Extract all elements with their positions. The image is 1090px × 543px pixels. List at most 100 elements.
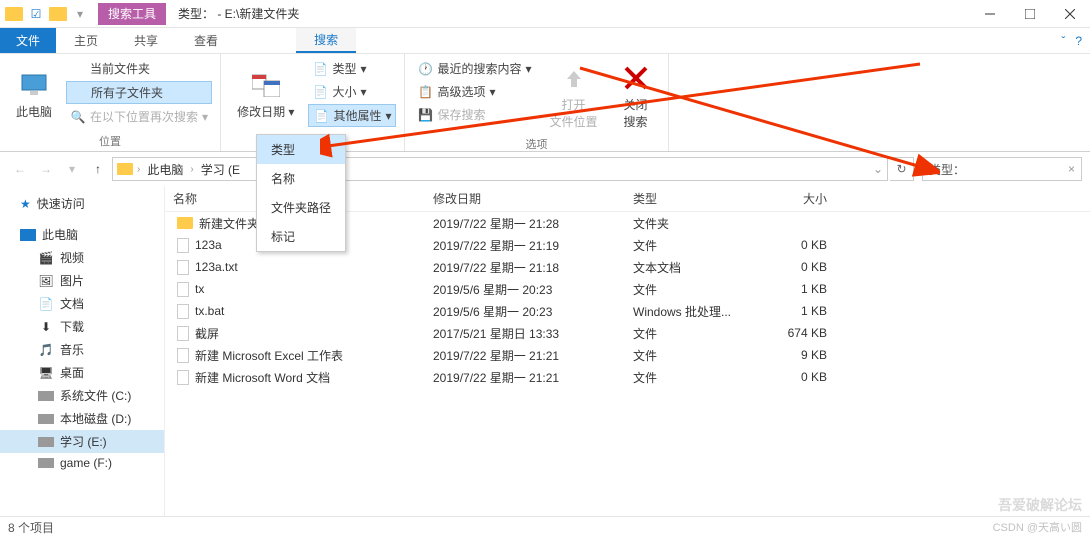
ribbon-collapse-button[interactable]: ˇ — [1061, 34, 1065, 48]
nav-drive[interactable]: 系统文件 (C:) — [0, 384, 164, 407]
help-button[interactable]: ? — [1075, 34, 1082, 48]
close-button[interactable] — [1050, 0, 1090, 28]
checkbox-icon[interactable]: ☑ — [26, 4, 46, 24]
dropdown-item-name[interactable]: 名称 — [257, 164, 345, 193]
this-pc-button[interactable]: 此电脑 — [8, 58, 60, 131]
column-size[interactable]: 大小 — [755, 190, 835, 207]
dropdown-item-folder-path[interactable]: 文件夹路径 — [257, 193, 345, 222]
dropdown-item-type[interactable]: 类型 — [257, 135, 345, 164]
search-input[interactable]: 类型： × — [922, 157, 1082, 181]
tab-share[interactable]: 共享 — [116, 28, 176, 53]
label: 此电脑 — [16, 103, 52, 120]
close-search-button[interactable]: 关闭搜索 — [612, 58, 660, 134]
pc-icon — [20, 229, 36, 241]
navigation-pane: ★快速访问 此电脑 🎬视频🖼图片📄文档⬇下载🎵音乐🖥桌面 系统文件 (C:)本地… — [0, 186, 165, 516]
close-x-icon — [620, 62, 652, 94]
back-button[interactable]: ← — [8, 157, 32, 181]
nav-item[interactable]: 🖥桌面 — [0, 361, 164, 384]
star-icon: ★ — [20, 197, 31, 211]
ribbon-group-options: 🕐最近的搜索内容 ▾ 📋高级选项 ▾ 💾保存搜索 打开文件位置 关闭搜索 选项 — [405, 54, 668, 151]
properties-icon: 📄 — [313, 108, 329, 124]
tab-file[interactable]: 文件 — [0, 28, 56, 53]
all-subfolders-button[interactable]: 所有子文件夹 — [66, 81, 212, 104]
chevron-icon[interactable]: › — [190, 164, 193, 175]
nav-item[interactable]: 🎬视频 — [0, 246, 164, 269]
history-button[interactable]: ▾ — [60, 157, 84, 181]
file-row[interactable]: 新建 Microsoft Excel 工作表2019/7/22 星期一 21:2… — [165, 344, 1090, 366]
folder-tree-icon — [71, 85, 87, 101]
up-button[interactable]: ↑ — [86, 157, 110, 181]
file-row[interactable]: 截屏2017/5/21 星期日 13:33文件674 KB — [165, 322, 1090, 344]
tab-view[interactable]: 查看 — [176, 28, 236, 53]
group-label: 位置 — [8, 131, 212, 149]
file-icon — [177, 260, 189, 275]
file-icon — [177, 304, 189, 319]
file-icon — [177, 282, 189, 297]
tab-home[interactable]: 主页 — [56, 28, 116, 53]
file-icon — [177, 370, 189, 385]
qat-overflow[interactable]: ▾ — [70, 4, 90, 24]
drive-icon — [38, 391, 54, 401]
folder-icon — [177, 217, 193, 229]
nav-icon: 🎬 — [38, 250, 54, 266]
watermark: CSDN @天高い圆 — [993, 519, 1082, 535]
drive-icon — [38, 414, 54, 424]
status-bar: 8 个项目 — [0, 516, 1090, 538]
monitor-icon — [18, 69, 50, 101]
nav-drive[interactable]: 本地磁盘 (D:) — [0, 407, 164, 430]
folder-icon — [4, 4, 24, 24]
nav-drive[interactable]: game (F:) — [0, 453, 164, 473]
file-row[interactable]: tx2019/5/6 星期一 20:23文件1 KB — [165, 278, 1090, 300]
nav-icon: 🖥 — [38, 365, 54, 381]
address-dropdown[interactable]: ⌄ — [873, 162, 883, 176]
nav-item[interactable]: ⬇下载 — [0, 315, 164, 338]
column-date[interactable]: 修改日期 — [425, 190, 625, 207]
nav-quick-access[interactable]: ★快速访问 — [0, 192, 164, 215]
file-row[interactable]: tx.bat2019/5/6 星期一 20:23Windows 批处理...1 … — [165, 300, 1090, 322]
breadcrumb-item[interactable]: 此电脑 — [144, 161, 186, 178]
modify-date-button[interactable]: 修改日期 ▾ — [229, 58, 302, 131]
chevron-icon[interactable]: › — [137, 164, 140, 175]
nav-icon: 🎵 — [38, 342, 54, 358]
breadcrumb-item[interactable]: 学习 (E — [198, 161, 243, 178]
refresh-button[interactable]: ↻ — [890, 157, 914, 181]
file-row[interactable]: 新建 Microsoft Word 文档2019/7/22 星期一 21:21文… — [165, 366, 1090, 388]
file-icon — [177, 326, 189, 341]
address-bar[interactable]: › 此电脑 › 学习 (E ⌄ — [112, 157, 888, 181]
titlebar: ☑ ▾ 搜索工具 类型： - E:\新建文件夹 — [0, 0, 1090, 28]
group-label: 选项 — [413, 134, 659, 152]
nav-drive[interactable]: 学习 (E:) — [0, 430, 164, 453]
tab-search[interactable]: 搜索 — [296, 28, 356, 53]
size-button[interactable]: 📄大小 ▾ — [308, 81, 396, 102]
nav-item[interactable]: 🎵音乐 — [0, 338, 164, 361]
size-icon: 📄 — [312, 84, 328, 100]
up-arrow-icon — [558, 62, 590, 94]
nav-this-pc[interactable]: 此电脑 — [0, 223, 164, 246]
nav-item[interactable]: 🖼图片 — [0, 269, 164, 292]
type-button[interactable]: 📄类型 ▾ — [308, 58, 396, 79]
column-type[interactable]: 类型 — [625, 190, 755, 207]
clear-search-button[interactable]: × — [1068, 162, 1075, 176]
minimize-button[interactable] — [970, 0, 1010, 28]
recent-searches-button[interactable]: 🕐最近的搜索内容 ▾ — [413, 58, 535, 79]
nav-item[interactable]: 📄文档 — [0, 292, 164, 315]
maximize-button[interactable] — [1010, 0, 1050, 28]
forward-button[interactable]: → — [34, 157, 58, 181]
nav-icon: ⬇ — [38, 319, 54, 335]
window-controls — [970, 0, 1090, 28]
save-search-button[interactable]: 💾保存搜索 — [413, 104, 535, 125]
file-icon — [177, 348, 189, 363]
search-again-button[interactable]: 🔍在以下位置再次搜索 ▾ — [66, 106, 212, 127]
open-file-location-button[interactable]: 打开文件位置 — [542, 58, 606, 134]
other-properties-button[interactable]: 📄其他属性 ▾ — [308, 104, 396, 127]
ribbon-tabs: 文件 主页 共享 查看 搜索 ˇ ? — [0, 28, 1090, 54]
watermark: 吾爱破解论坛 — [998, 495, 1082, 515]
yellow-folder-icon[interactable] — [48, 4, 68, 24]
file-row[interactable]: 123a.txt2019/7/22 星期一 21:18文本文档0 KB — [165, 256, 1090, 278]
dropdown-item-tags[interactable]: 标记 — [257, 222, 345, 251]
current-folder-button[interactable]: 当前文件夹 — [66, 58, 212, 79]
folder-icon — [117, 163, 133, 175]
address-bar-row: ← → ▾ ↑ › 此电脑 › 学习 (E ⌄ ↻ 类型： × — [0, 152, 1090, 186]
advanced-options-button[interactable]: 📋高级选项 ▾ — [413, 81, 535, 102]
nav-icon: 🖼 — [38, 273, 54, 289]
